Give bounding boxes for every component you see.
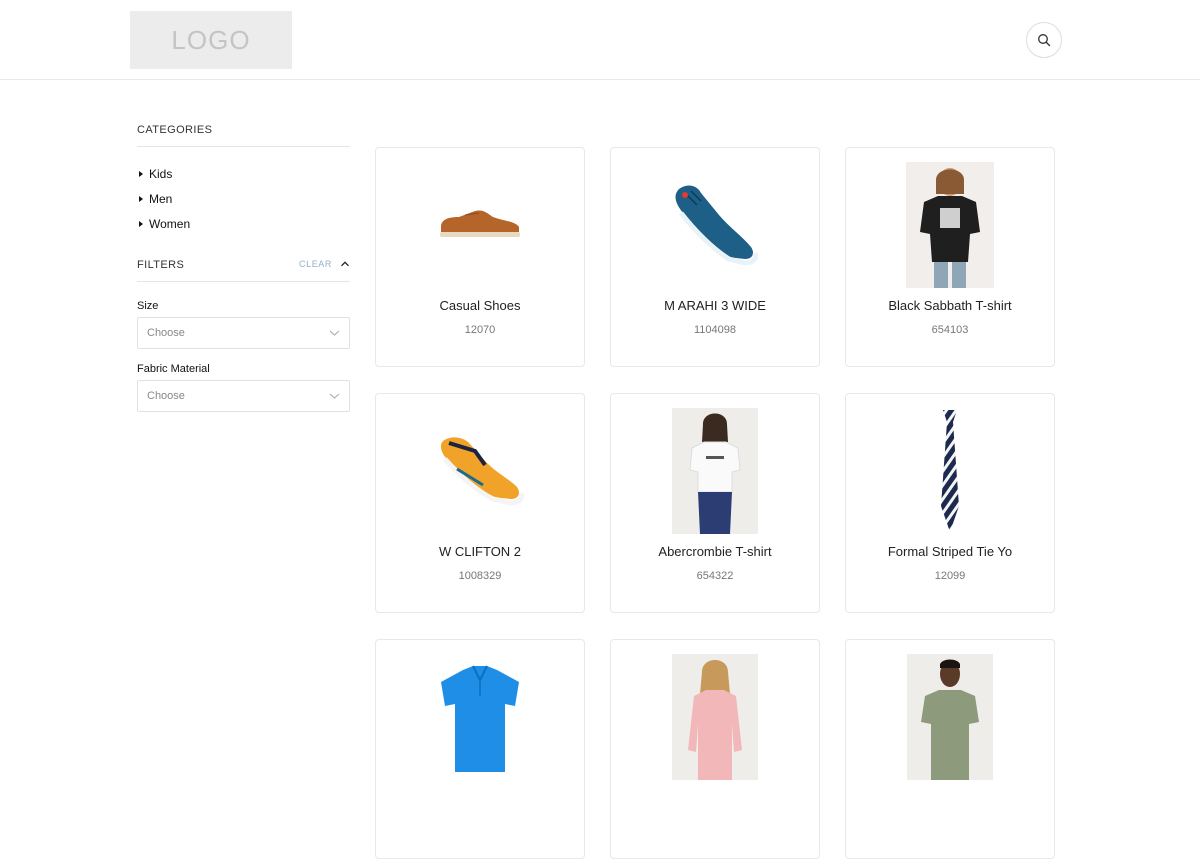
product-image <box>376 162 584 288</box>
category-item-men[interactable]: Men <box>137 186 350 211</box>
product-name: M ARAHI 3 WIDE <box>664 298 766 313</box>
running-shoe-icon <box>675 185 758 266</box>
model-photo-icon <box>672 408 758 534</box>
product-name: W CLIFTON 2 <box>438 544 522 559</box>
fabric-select-value: Choose <box>147 390 185 402</box>
size-select[interactable]: Choose <box>137 317 350 349</box>
product-image <box>611 162 819 288</box>
filters-actions: CLEAR <box>299 259 350 269</box>
product-card[interactable]: Black Sabbath T-shirt 654103 <box>845 147 1055 367</box>
product-sku: 1008329 <box>458 570 502 582</box>
product-image <box>611 408 819 534</box>
product-image <box>611 654 819 780</box>
caret-right-icon <box>139 195 143 202</box>
categories-header: CATEGORIES <box>137 124 350 147</box>
size-select-value: Choose <box>147 327 185 339</box>
fabric-material-select[interactable]: Choose <box>137 380 350 412</box>
chevron-down-icon <box>329 330 340 336</box>
model-photo-icon <box>907 654 993 780</box>
logo-text: LOGO <box>171 24 251 55</box>
product-image <box>376 408 584 534</box>
category-item-women[interactable]: Women <box>137 211 350 236</box>
sidebar: CATEGORIES Kids Men Women FILTERS CLEAR … <box>137 124 350 412</box>
product-image <box>376 654 584 780</box>
logo[interactable]: LOGO <box>130 11 292 69</box>
product-image <box>846 408 1054 534</box>
polo-shirt-icon <box>441 665 519 772</box>
product-card[interactable]: M ARAHI 3 WIDE 1104098 <box>610 147 820 367</box>
product-card[interactable] <box>610 639 820 859</box>
product-sku: 654322 <box>696 570 734 582</box>
model-photo-icon <box>906 162 994 288</box>
product-card[interactable] <box>845 639 1055 859</box>
search-button[interactable] <box>1026 22 1062 58</box>
product-sku: 654103 <box>931 324 969 336</box>
category-item-kids[interactable]: Kids <box>137 161 350 186</box>
product-name: Abercrombie T-shirt <box>658 544 772 559</box>
filters-title: FILTERS <box>137 259 185 271</box>
product-name: Casual Shoes <box>439 298 521 313</box>
product-sku: 1104098 <box>693 324 736 336</box>
product-card[interactable]: Abercrombie T-shirt 654322 <box>610 393 820 613</box>
product-card[interactable] <box>375 639 585 859</box>
site-header: LOGO <box>0 0 1200 80</box>
chevron-down-icon <box>329 393 340 399</box>
running-shoe-icon <box>440 437 524 506</box>
size-filter-label: Size <box>137 300 159 312</box>
product-sku: 12099 <box>934 570 966 582</box>
filters-header: FILTERS CLEAR <box>137 259 350 282</box>
category-label: Men <box>149 191 173 206</box>
fabric-filter-label: Fabric Material <box>137 363 210 375</box>
category-label: Women <box>149 216 191 231</box>
category-list: Kids Men Women <box>137 147 350 236</box>
product-name: Formal Striped Tie Yo <box>887 544 1013 559</box>
tie-icon <box>941 410 959 532</box>
chevron-up-icon[interactable] <box>340 259 350 269</box>
clear-filters-link[interactable]: CLEAR <box>299 259 332 269</box>
caret-right-icon <box>139 170 143 177</box>
category-label: Kids <box>149 166 173 181</box>
shoe-icon <box>440 210 520 237</box>
search-icon <box>1038 34 1051 47</box>
product-image <box>846 654 1054 780</box>
product-name: Black Sabbath T-shirt <box>888 298 1012 313</box>
product-card[interactable]: Formal Striped Tie Yo 12099 <box>845 393 1055 613</box>
categories-title: CATEGORIES <box>137 124 213 136</box>
product-sku: 12070 <box>464 324 496 336</box>
product-card[interactable]: Casual Shoes 12070 <box>375 147 585 367</box>
model-photo-icon <box>672 654 758 780</box>
product-card[interactable]: W CLIFTON 2 1008329 <box>375 393 585 613</box>
caret-right-icon <box>139 220 143 227</box>
product-image <box>846 162 1054 288</box>
